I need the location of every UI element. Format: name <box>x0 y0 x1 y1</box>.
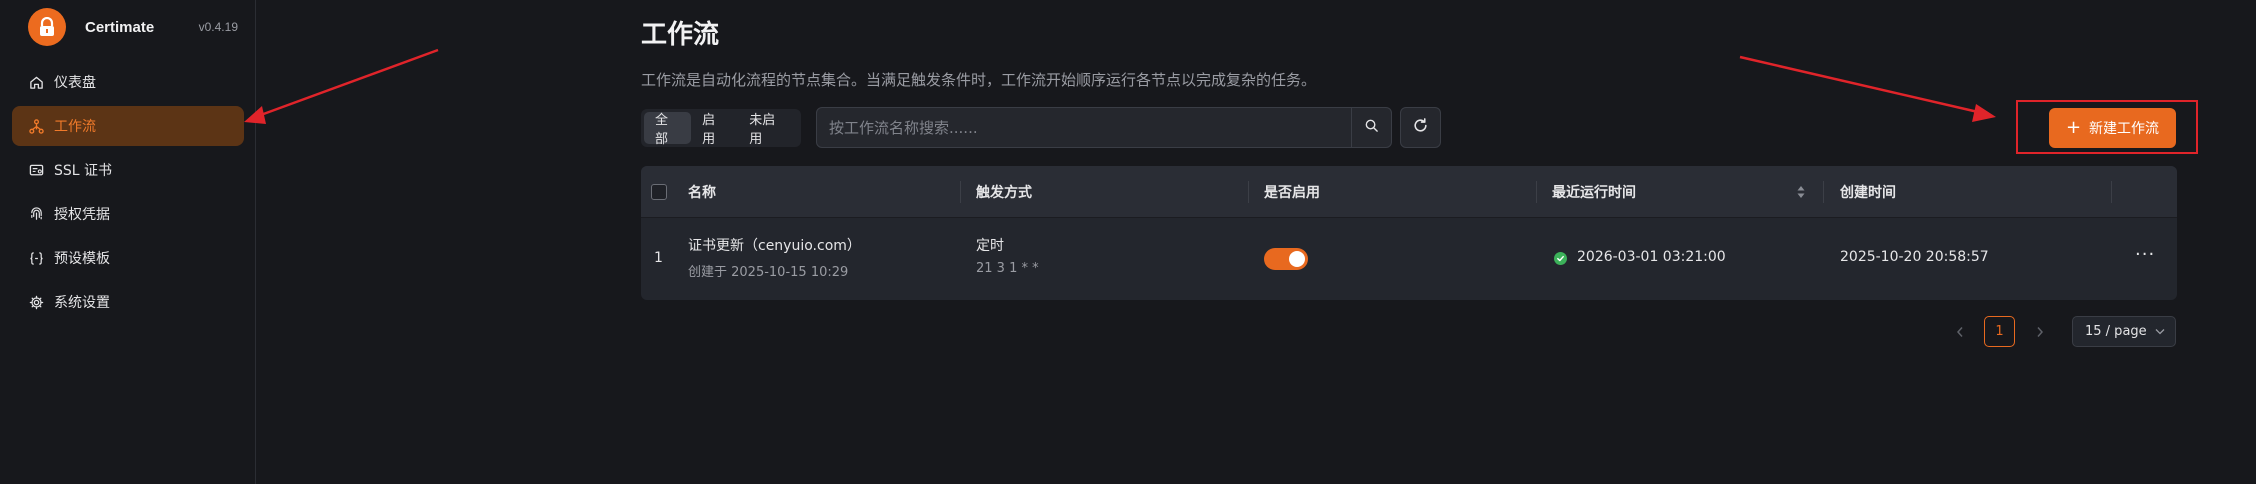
sidebar-item-label: 系统设置 <box>54 295 110 311</box>
table-header: 名称 触发方式 是否启用 最近运行时间 创建时间 <box>641 166 2177 218</box>
column-header-enabled: 是否启用 <box>1264 185 1320 201</box>
trigger-type: 定时 <box>976 238 1004 254</box>
column-divider <box>1823 181 1824 203</box>
filter-all[interactable]: 全部 <box>644 112 692 147</box>
search-icon <box>1364 118 1379 137</box>
sidebar-item-dashboard[interactable]: 仪表盘 <box>12 62 244 102</box>
trigger-cron: 21 3 1 * * <box>976 261 1039 276</box>
refresh-button[interactable] <box>1400 107 1441 148</box>
prev-page-button[interactable] <box>1952 322 1968 342</box>
sidebar: Certimate v0.4.19 仪表盘 工作流 SSL 证书 授权凭据 预设… <box>0 0 256 484</box>
select-all-cell <box>651 166 667 218</box>
page-number-button[interactable]: 1 <box>1984 316 2015 347</box>
filter-disabled[interactable]: 未启用 <box>738 112 798 147</box>
column-divider <box>1536 181 1537 203</box>
sidebar-item-label: 预设模板 <box>54 251 110 267</box>
annotation-arrow-left <box>244 48 439 124</box>
new-workflow-label: 新建工作流 <box>2089 121 2160 137</box>
sidebar-item-label: 授权凭据 <box>54 207 110 223</box>
workflow-icon <box>28 118 44 134</box>
toggle-knob <box>1289 251 1305 267</box>
sidebar-item-templates[interactable]: 预设模板 <box>12 238 244 278</box>
plus-icon: + <box>2065 117 2082 138</box>
braces-icon <box>28 250 44 266</box>
filter-enabled[interactable]: 启用 <box>691 112 738 147</box>
more-actions-icon[interactable]: ··· <box>2135 244 2155 265</box>
chevron-right-icon <box>2036 323 2044 342</box>
status-filter: 全部 启用 未启用 <box>641 109 801 147</box>
select-all-checkbox[interactable] <box>651 184 667 200</box>
page-size-select[interactable]: 15 / page <box>2072 316 2176 347</box>
column-divider <box>960 181 961 203</box>
column-header-created: 创建时间 <box>1840 185 1896 201</box>
table-row[interactable]: 1 证书更新（cenyuio.com） 创建于 2025-10-15 10:29… <box>641 218 2177 300</box>
last-run-cell: 2026-03-01 03:21:00 <box>1554 249 1726 265</box>
page-size-value: 15 / page <box>2085 324 2147 339</box>
sidebar-item-credentials[interactable]: 授权凭据 <box>12 194 244 234</box>
row-index: 1 <box>654 250 663 266</box>
column-header-last-run[interactable]: 最近运行时间 <box>1552 166 1636 218</box>
column-divider <box>1248 181 1249 203</box>
workflow-created-hint: 创建于 2025-10-15 10:29 <box>688 265 849 280</box>
gear-icon <box>28 294 44 310</box>
page-title: 工作流 <box>641 20 720 50</box>
annotation-arrow-right <box>1739 55 1996 122</box>
lock-logo-icon <box>28 8 66 46</box>
brand-version: v0.4.19 <box>198 20 238 34</box>
column-divider <box>2111 181 2112 203</box>
brand: Certimate v0.4.19 <box>28 8 238 46</box>
next-page-button[interactable] <box>2032 322 2048 342</box>
last-run-time: 2026-03-01 03:21:00 <box>1577 249 1726 265</box>
success-check-icon <box>1554 252 1567 265</box>
sidebar-item-label: SSL 证书 <box>54 163 113 179</box>
enabled-toggle[interactable] <box>1264 248 1308 270</box>
sidebar-item-label: 仪表盘 <box>54 75 96 91</box>
refresh-icon <box>1412 117 1429 138</box>
certificate-icon <box>28 162 44 178</box>
page-description: 工作流是自动化流程的节点集合。当满足触发条件时，工作流开始顺序运行各节点以完成复… <box>641 71 1317 89</box>
search-button[interactable] <box>1351 108 1391 147</box>
brand-name: Certimate <box>85 18 155 36</box>
new-workflow-button[interactable]: + 新建工作流 <box>2049 108 2176 148</box>
enabled-toggle-wrap <box>1264 248 1308 270</box>
workflow-name[interactable]: 证书更新（cenyuio.com） <box>688 235 861 255</box>
created-at: 2025-10-20 20:58:57 <box>1840 249 1989 265</box>
workflow-table: 名称 触发方式 是否启用 最近运行时间 创建时间 1 证书更新（cenyuio.… <box>641 166 2177 300</box>
chevron-left-icon <box>1956 323 1964 342</box>
chevron-down-icon <box>2155 324 2165 339</box>
home-icon <box>28 74 44 90</box>
sidebar-item-workflow[interactable]: 工作流 <box>12 106 244 146</box>
sort-icon[interactable] <box>1796 184 1806 204</box>
fingerprint-icon <box>28 206 44 222</box>
search-input[interactable] <box>817 108 1351 147</box>
search-box <box>816 107 1392 148</box>
sidebar-item-label: 工作流 <box>54 119 96 135</box>
column-header-name: 名称 <box>688 185 716 201</box>
sidebar-item-settings[interactable]: 系统设置 <box>12 282 244 322</box>
sidebar-item-certificates[interactable]: SSL 证书 <box>12 150 244 190</box>
sidebar-nav: 仪表盘 工作流 SSL 证书 授权凭据 预设模板 系统设置 <box>12 62 244 326</box>
column-header-trigger: 触发方式 <box>976 185 1032 201</box>
